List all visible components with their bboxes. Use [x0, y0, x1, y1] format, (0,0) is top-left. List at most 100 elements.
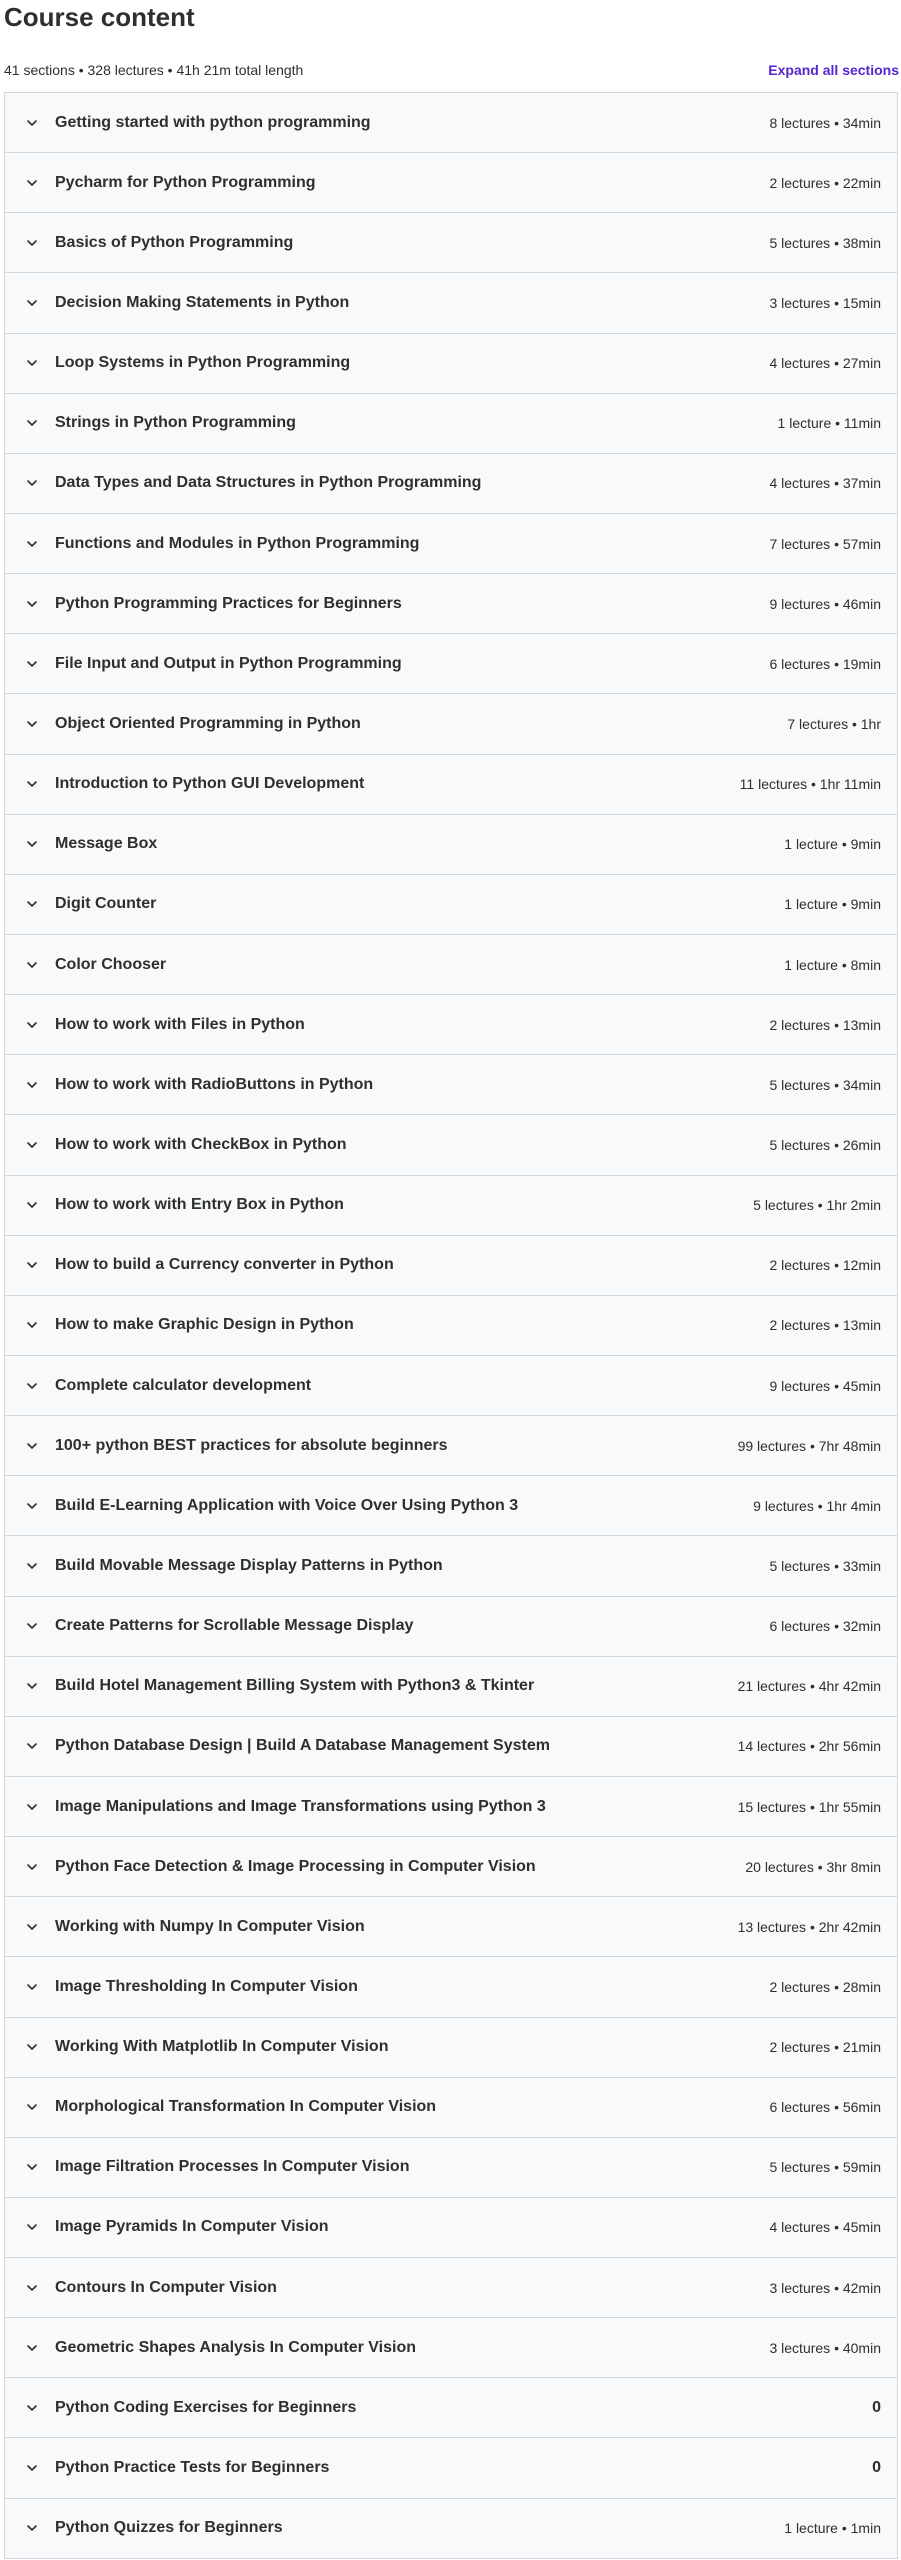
chevron-down-icon	[25, 2281, 39, 2295]
section-header[interactable]: Contours In Computer Vision 3 lectures • …	[5, 2258, 897, 2319]
section-header[interactable]: Create Patterns for Scrollable Message D…	[5, 1596, 897, 1657]
section-header[interactable]: How to work with Entry Box in Python 5 le…	[5, 1175, 897, 1236]
section-meta: 3 lectures • 42min	[769, 2279, 881, 2296]
section-title: Functions and Modules in Python Programm…	[55, 534, 420, 552]
section-header[interactable]: Message Box 1 lecture • 9min	[5, 814, 897, 875]
section-meta: 7 lectures • 1hr	[787, 715, 881, 732]
section-header[interactable]: Python Database Design | Build A Databas…	[5, 1716, 897, 1777]
section-meta: 1 lecture • 1min	[784, 2520, 881, 2537]
chevron-down-icon	[25, 657, 39, 671]
section-header[interactable]: Working with Numpy In Computer Vision 13 …	[5, 1897, 897, 1958]
section-header[interactable]: Decision Making Statements in Python 3 le…	[5, 273, 897, 334]
chevron-down-icon	[25, 1860, 39, 1874]
section-header[interactable]: Image Pyramids In Computer Vision 4 lectu…	[5, 2197, 897, 2259]
section-title: Basics of Python Programming	[55, 233, 294, 251]
section-meta: 13 lectures • 2hr 42min	[737, 1918, 881, 1935]
section-header[interactable]: Image Filtration Processes In Computer V…	[5, 2137, 897, 2198]
section-title: Morphological Transformation In Computer…	[55, 2098, 437, 2116]
section-header[interactable]: Python Face Detection & Image Processing…	[5, 1837, 897, 1898]
section-meta: 9 lectures • 1hr 4min	[753, 1497, 881, 1514]
section-header[interactable]: Digit Counter 1 lecture • 9min	[5, 874, 897, 935]
chevron-down-icon	[25, 597, 39, 611]
section-title: Image Manipulations and Image Transforma…	[55, 1797, 546, 1815]
expand-all-sections-button[interactable]: Expand all sections	[768, 62, 899, 78]
section-header[interactable]: Image Thresholding In Computer Vision 2 l…	[5, 1957, 897, 2018]
section-title: Color Chooser	[55, 955, 167, 973]
section-header[interactable]: Image Manipulations and Image Transforma…	[5, 1776, 897, 1838]
chevron-down-icon	[25, 2401, 39, 2415]
section-header[interactable]: Build E-Learning Application with Voice …	[5, 1476, 897, 1537]
section-title: Getting started with python programming	[55, 113, 371, 131]
section-header[interactable]: Loop Systems in Python Programming 4 lect…	[5, 333, 897, 394]
section-header[interactable]: Pycharm for Python Programming 2 lectures…	[5, 153, 897, 214]
section-title: Create Patterns for Scrollable Message D…	[55, 1617, 414, 1635]
section-meta: 2 lectures • 13min	[769, 1317, 881, 1334]
section-header[interactable]: Color Chooser 1 lecture • 8min	[5, 934, 897, 996]
course-summary: 41 sections • 328 lectures • 41h 21m tot…	[4, 62, 304, 78]
section-header[interactable]: Python Practice Tests for Beginners 0	[5, 2438, 897, 2499]
section-title: Contours In Computer Vision	[55, 2278, 277, 2296]
section-header[interactable]: Introduction to Python GUI Development 11…	[5, 754, 897, 815]
chevron-down-icon	[25, 1679, 39, 1693]
section-title: Message Box	[55, 835, 158, 853]
section-header[interactable]: Python Programming Practices for Beginne…	[5, 574, 897, 635]
section-meta: 2 lectures • 12min	[769, 1257, 881, 1274]
section-meta: 11 lectures • 1hr 11min	[739, 776, 881, 793]
section-header[interactable]: Build Hotel Management Billing System wi…	[5, 1656, 897, 1717]
section-header[interactable]: How to make Graphic Design in Python 2 le…	[5, 1295, 897, 1356]
section-meta: 0	[872, 2459, 881, 2477]
section-header[interactable]: Python Coding Exercises for Beginners 0	[5, 2378, 897, 2439]
chevron-down-icon	[25, 2341, 39, 2355]
section-title: Decision Making Statements in Python	[55, 293, 350, 311]
section-header[interactable]: Complete calculator development 9 lecture…	[5, 1355, 897, 1417]
page-title: Course content	[4, 2, 195, 32]
section-header[interactable]: Functions and Modules in Python Programm…	[5, 513, 897, 575]
section-title: How to work with Files in Python	[55, 1015, 305, 1033]
section-header[interactable]: Morphological Transformation In Computer…	[5, 2077, 897, 2138]
section-title: Loop Systems in Python Programming	[55, 354, 351, 372]
chevron-down-icon	[25, 116, 39, 130]
section-title: Geometric Shapes Analysis In Computer Vi…	[55, 2338, 416, 2356]
section-meta: 7 lectures • 57min	[769, 535, 881, 552]
section-meta: 1 lecture • 9min	[784, 836, 881, 853]
section-header[interactable]: Python Quizzes for Beginners 1 lecture • …	[5, 2498, 897, 2559]
section-meta: 1 lecture • 9min	[784, 896, 881, 913]
course-summary-row: 41 sections • 328 lectures • 41h 21m tot…	[4, 60, 899, 80]
section-header[interactable]: How to work with Files in Python 2 lectur…	[5, 995, 897, 1056]
section-header[interactable]: Geometric Shapes Analysis In Computer Vi…	[5, 2318, 897, 2379]
section-meta: 5 lectures • 26min	[769, 1136, 881, 1153]
section-title: How to make Graphic Design in Python	[55, 1316, 354, 1334]
section-header[interactable]: How to work with CheckBox in Python 5 lec…	[5, 1115, 897, 1176]
section-header[interactable]: Basics of Python Programming 5 lectures •…	[5, 213, 897, 274]
chevron-down-icon	[25, 1559, 39, 1573]
section-meta: 2 lectures • 22min	[769, 174, 881, 191]
chevron-down-icon	[25, 416, 39, 430]
section-title: How to work with RadioButtons in Python	[55, 1075, 374, 1093]
chevron-down-icon	[25, 1439, 39, 1453]
section-meta: 14 lectures • 2hr 56min	[737, 1738, 881, 1755]
section-header[interactable]: File Input and Output in Python Programm…	[5, 634, 897, 695]
section-title: Strings in Python Programming	[55, 414, 296, 432]
section-title: Digit Counter	[55, 895, 157, 913]
section-title: Build E-Learning Application with Voice …	[55, 1496, 519, 1514]
section-header[interactable]: Object Oriented Programming in Python 7 l…	[5, 694, 897, 755]
chevron-down-icon	[25, 1920, 39, 1934]
section-header[interactable]: Strings in Python Programming 1 lecture •…	[5, 393, 897, 454]
section-header[interactable]: Build Movable Message Display Patterns i…	[5, 1536, 897, 1597]
section-header[interactable]: 100+ python BEST practices for absolute …	[5, 1416, 897, 1477]
section-header[interactable]: How to work with RadioButtons in Python 5…	[5, 1055, 897, 1116]
section-header[interactable]: Getting started with python programming 8…	[5, 93, 897, 154]
chevron-down-icon	[25, 1379, 39, 1393]
section-meta: 6 lectures • 19min	[769, 655, 881, 672]
section-header[interactable]: Data Types and Data Structures in Python…	[5, 453, 897, 514]
chevron-down-icon	[25, 2220, 39, 2234]
section-title: Python Programming Practices for Beginne…	[55, 594, 402, 612]
section-header[interactable]: Working With Matplotlib In Computer Visi…	[5, 2017, 897, 2078]
section-title: Python Quizzes for Beginners	[55, 2519, 283, 2537]
section-meta: 9 lectures • 46min	[769, 595, 881, 612]
section-header[interactable]: How to build a Currency converter in Pyt…	[5, 1235, 897, 1296]
section-title: How to build a Currency converter in Pyt…	[55, 1256, 394, 1274]
section-title: How to work with Entry Box in Python	[55, 1196, 344, 1214]
sections-list: Getting started with python programming 8…	[4, 92, 898, 2559]
chevron-down-icon	[25, 2461, 39, 2475]
